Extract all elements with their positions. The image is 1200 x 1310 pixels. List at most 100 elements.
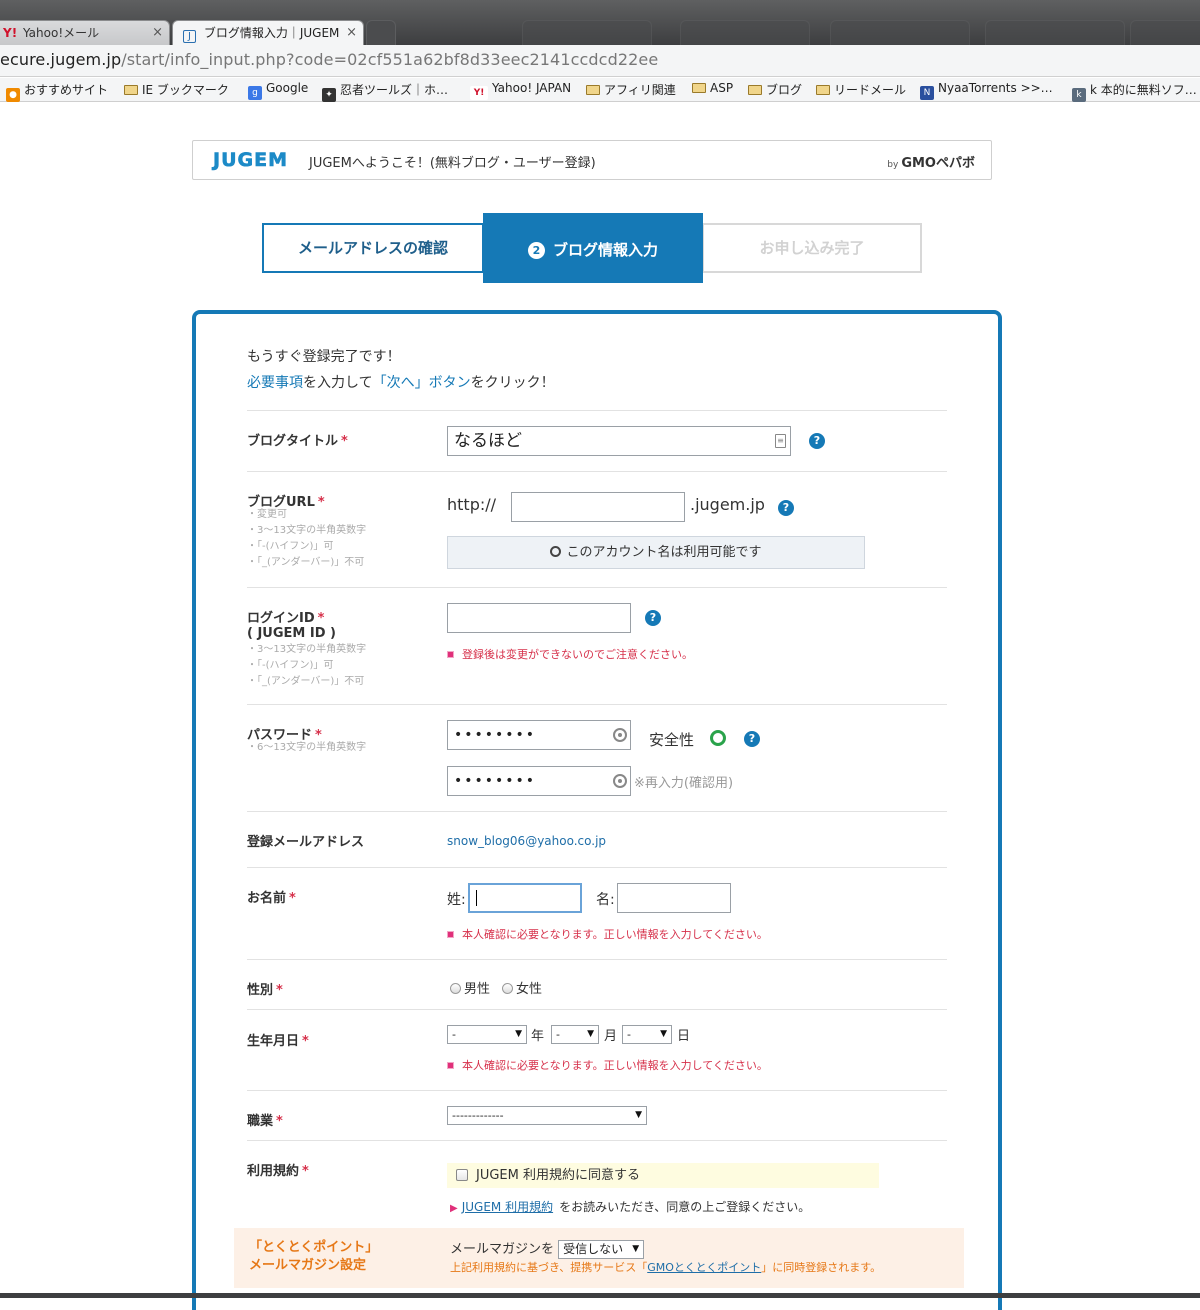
yahoo-favicon-icon: Y! xyxy=(3,26,18,40)
welcome-text: JUGEMへようこそ！(無料ブログ・ユーザー登録) xyxy=(309,156,596,171)
contact-card-icon: ≡ xyxy=(775,434,786,448)
folder-icon xyxy=(748,85,762,95)
radio-icon[interactable] xyxy=(502,983,513,994)
tab-close-icon[interactable]: × xyxy=(346,21,357,45)
blog-title-value: なるほど xyxy=(454,431,522,451)
intro-text: をクリック！ xyxy=(470,375,555,391)
birth-year-select[interactable]: - ▼ xyxy=(447,1025,527,1044)
blog-url-input[interactable] xyxy=(511,492,685,522)
url-suffix: .jugem.jp xyxy=(690,495,765,514)
bookmark-osusume[interactable]: ● おすすめサイト xyxy=(6,81,108,102)
text-caret xyxy=(476,890,477,906)
password-value: •••••••• xyxy=(454,727,537,743)
help-icon[interactable]: ? xyxy=(744,731,760,747)
bookmarks-bar: ● おすすめサイト IE ブックマーク g Google ✦ 忍者ツールズ｜ホ… Y!… xyxy=(0,78,1200,102)
gender-radio-female[interactable]: 女性 xyxy=(502,978,542,997)
confirm-note: ※再入力(確認用) xyxy=(634,776,734,791)
bookmark-label: リードメール xyxy=(834,83,907,97)
bookmark-label: ブログ xyxy=(766,83,803,97)
login-id-input[interactable] xyxy=(447,603,631,633)
intro-text: を入力して xyxy=(303,375,373,391)
divider xyxy=(247,1009,947,1010)
birth-month-select[interactable]: - ▼ xyxy=(551,1025,599,1044)
checkbox-icon[interactable] xyxy=(456,1169,468,1181)
progress-steps: メールアドレスの確認 2 ブログ情報入力 お申し込み完了 xyxy=(262,213,922,283)
bookmark-asp-folder[interactable]: ASP xyxy=(692,81,733,95)
yahoo-icon: Y! xyxy=(470,86,488,100)
newsletter-row: メールマガジンを 受信しない ▼ xyxy=(450,1238,645,1259)
url-host: ecure.jugem.jp xyxy=(0,50,122,69)
birth-day-select[interactable]: - ▼ xyxy=(622,1025,672,1044)
reveal-password-icon[interactable] xyxy=(613,728,627,742)
first-name-input[interactable] xyxy=(617,883,731,913)
bookmark-blog-folder[interactable]: ブログ xyxy=(748,81,802,98)
required-mark: * xyxy=(276,1114,283,1129)
divider xyxy=(247,410,947,411)
required-mark: * xyxy=(302,1164,309,1179)
bookmark-yahoo-japan[interactable]: Y! Yahoo! JAPAN xyxy=(470,81,571,100)
bookmark-label: NyaaTorrents >>… xyxy=(938,81,1053,95)
password-confirm-value: •••••••• xyxy=(454,773,537,789)
bookmark-ie-folder[interactable]: IE ブックマーク xyxy=(124,81,229,98)
radio-icon[interactable] xyxy=(450,983,461,994)
bullet-icon xyxy=(447,651,454,658)
background-tab[interactable] xyxy=(680,20,810,45)
intro-highlight: 「次へ」ボタン xyxy=(372,375,471,391)
gmo-point-link[interactable]: GMOとくとくポイント xyxy=(647,1261,761,1274)
bullet-icon xyxy=(447,931,454,938)
help-icon[interactable]: ? xyxy=(645,610,661,626)
required-mark: * xyxy=(317,611,325,626)
help-icon[interactable]: ? xyxy=(778,500,794,516)
newsletter-select[interactable]: 受信しない ▼ xyxy=(558,1240,645,1259)
url-text[interactable]: ecure.jugem.jp/start/info_input.php?code… xyxy=(0,50,658,69)
divider xyxy=(247,704,947,705)
gender-radio-male[interactable]: 男性 xyxy=(450,978,490,997)
bookmark-nyaa[interactable]: N NyaaTorrents >>… xyxy=(920,81,1053,100)
background-tab[interactable] xyxy=(985,20,1125,45)
month-unit: 月 xyxy=(604,1029,618,1044)
bookmark-google[interactable]: g Google xyxy=(248,81,308,100)
gmo-pepabo-logo[interactable]: by GMOペパボ xyxy=(887,152,975,171)
step-complete: お申し込み完了 xyxy=(702,223,922,273)
terms-link[interactable]: JUGEM 利用規約 xyxy=(462,1200,553,1214)
jugem-id-label: ( JUGEM ID ) xyxy=(247,626,336,641)
jugem-favicon-icon: J xyxy=(183,30,196,43)
tab-jugem-blog-info[interactable]: J ブログ情報入力｜JUGEM × xyxy=(172,20,364,45)
terms-after-text: をお読みいただき、同意の上ご登録ください。 xyxy=(559,1200,811,1214)
divider xyxy=(247,471,947,472)
tab-close-icon[interactable]: × xyxy=(152,21,163,45)
divider xyxy=(247,1090,947,1091)
dropdown-arrow-icon: ▼ xyxy=(587,1029,594,1039)
bookmark-ninja[interactable]: ✦ 忍者ツールズ｜ホ… xyxy=(322,81,448,102)
dropdown-arrow-icon: ▼ xyxy=(515,1029,522,1039)
password-confirm-input[interactable]: •••••••• xyxy=(447,766,631,796)
promo-note: 上記利用規約に基づき、提携サービス「GMOとくとくポイント」に同時登録されます。 xyxy=(450,1261,882,1274)
tab-yahoo-mail[interactable]: Y! Yahoo!メール × xyxy=(0,20,170,45)
bookmark-readmail-folder[interactable]: リードメール xyxy=(816,81,906,98)
bookmark-affiliate-folder[interactable]: アフィリ関連 xyxy=(586,81,676,98)
background-tab[interactable] xyxy=(1130,20,1200,45)
required-mark: * xyxy=(276,983,283,998)
promo-label: 「とくとくポイント」 メールマガジン設定 xyxy=(249,1240,379,1273)
background-tab[interactable] xyxy=(522,20,652,45)
name-label: お名前 * xyxy=(247,891,296,906)
divider xyxy=(247,959,947,960)
bookmark-k-soft[interactable]: k k 本的に無料ソフ… xyxy=(1072,81,1197,102)
blog-title-input[interactable]: なるほど ≡ xyxy=(447,426,791,456)
divider xyxy=(247,587,947,588)
background-tab[interactable] xyxy=(830,20,970,45)
jugem-logo[interactable]: JUGEM xyxy=(213,149,288,172)
new-tab-button[interactable] xyxy=(366,20,396,45)
intro-line2: 必要事項を入力して「次へ」ボタンをクリック！ xyxy=(247,372,555,392)
folder-icon xyxy=(124,85,138,95)
divider xyxy=(247,1140,947,1141)
bookmark-label: k 本的に無料ソフ… xyxy=(1090,83,1197,97)
address-bar[interactable]: ecure.jugem.jp/start/info_input.php?code… xyxy=(0,45,1200,77)
terms-agree-checkbox[interactable]: JUGEM 利用規約に同意する xyxy=(447,1163,879,1188)
page-content: JUGEM JUGEMへようこそ！(無料ブログ・ユーザー登録) by GMOペパボ… xyxy=(0,103,1200,1310)
last-name-input[interactable] xyxy=(468,883,582,913)
job-select[interactable]: ------------- ▼ xyxy=(447,1106,647,1125)
reveal-password-icon[interactable] xyxy=(613,774,627,788)
help-icon[interactable]: ? xyxy=(809,433,825,449)
password-input[interactable]: •••••••• xyxy=(447,720,631,750)
